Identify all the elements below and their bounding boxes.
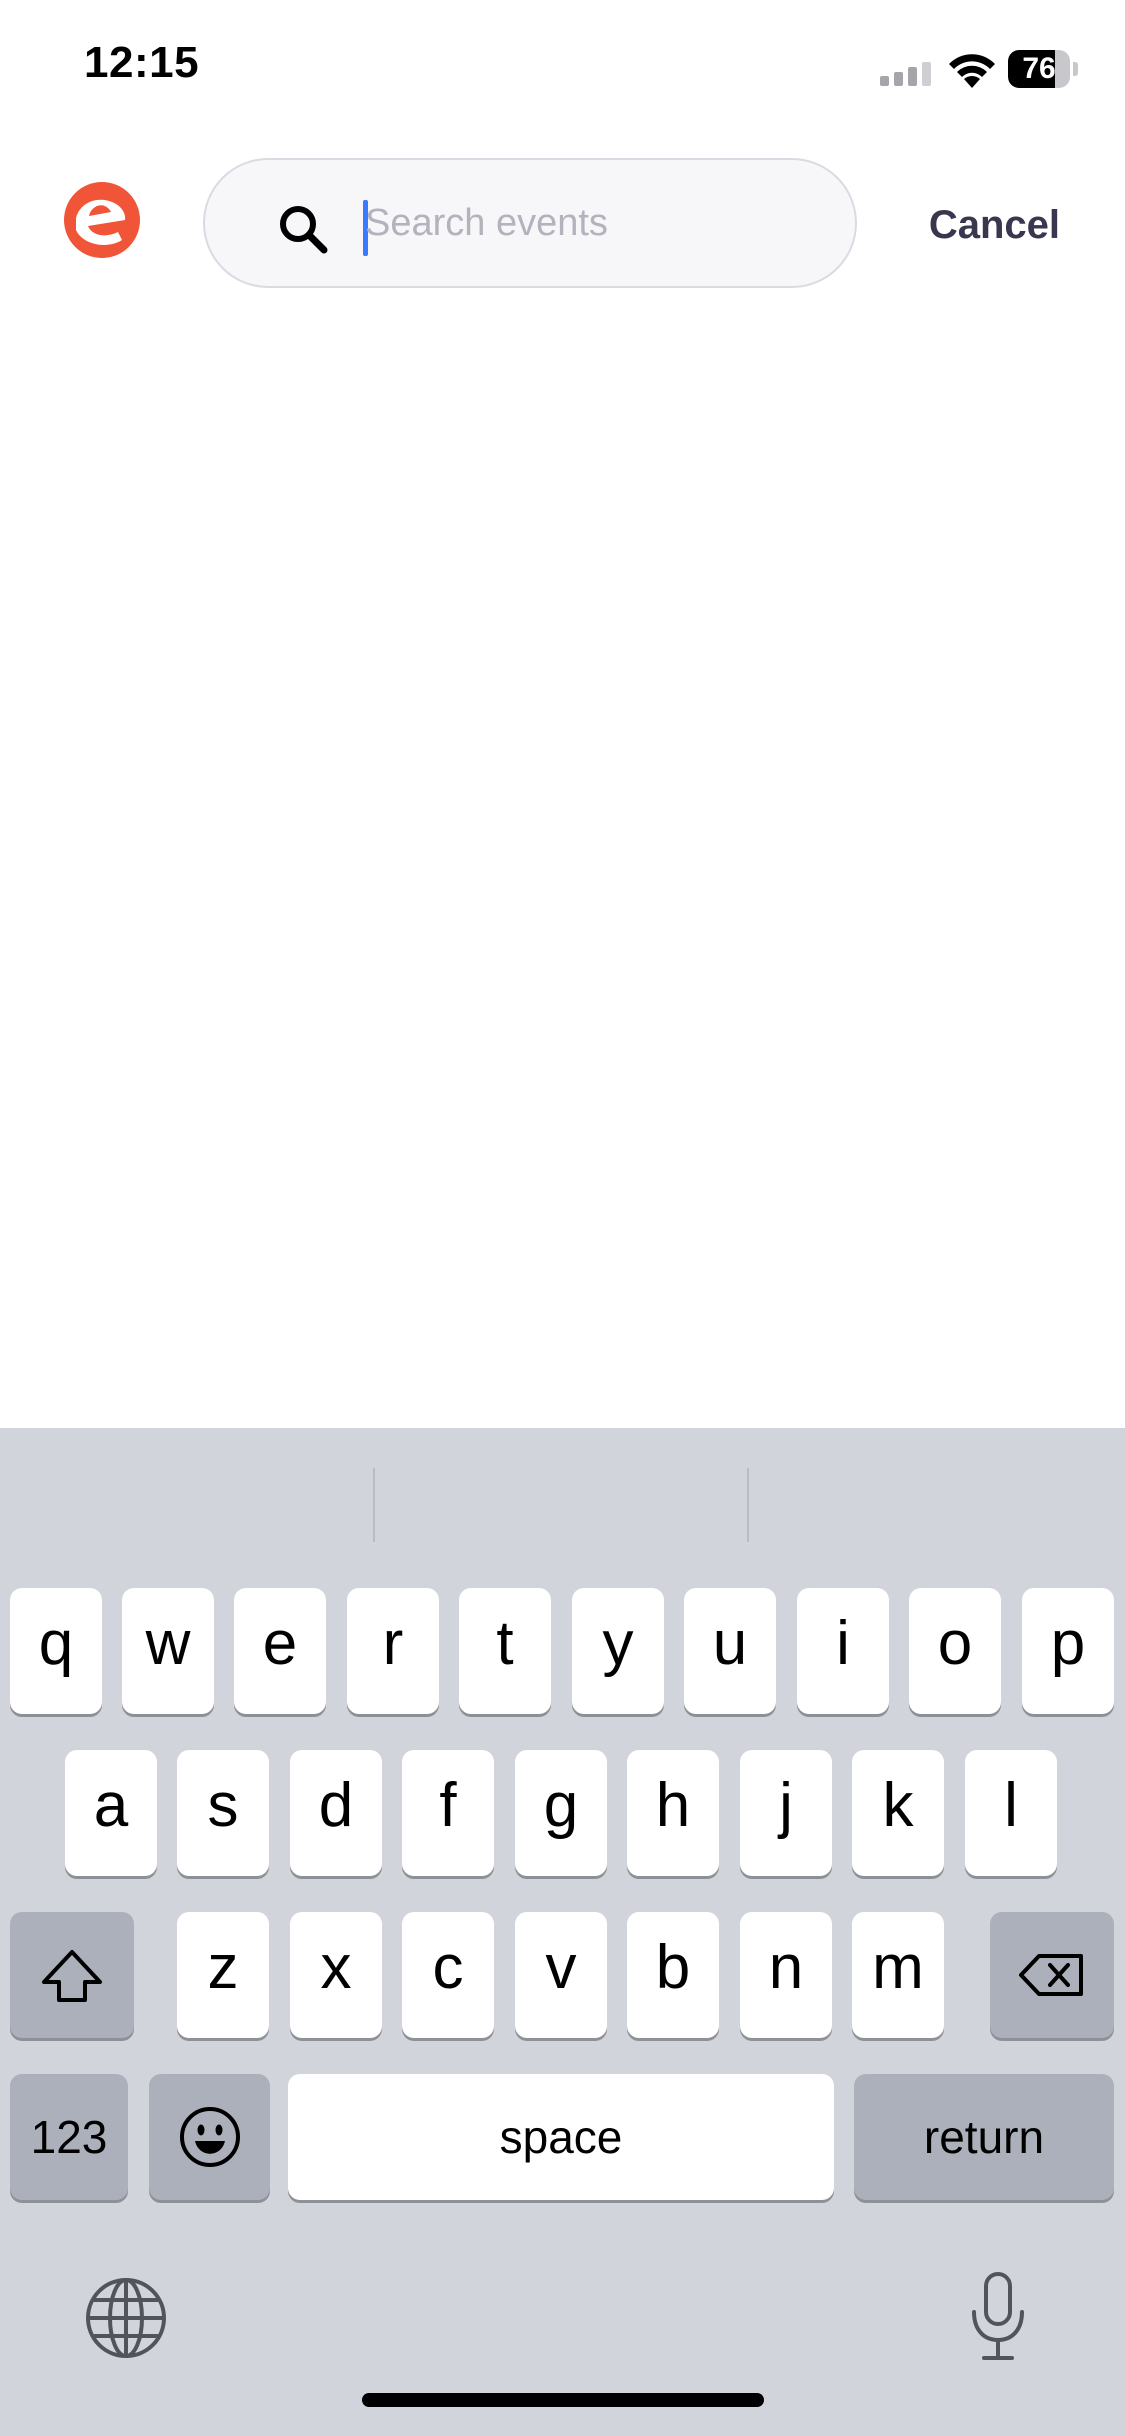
key-m[interactable]: m	[852, 1912, 944, 2038]
cancel-button[interactable]: Cancel	[910, 195, 1060, 255]
search-input[interactable]	[365, 190, 805, 256]
battery-level: 76	[1022, 52, 1056, 85]
battery-icon: 76	[1008, 50, 1078, 88]
key-l[interactable]: l	[965, 1750, 1057, 1876]
key-o[interactable]: o	[909, 1588, 1001, 1714]
emoji-icon	[179, 2107, 240, 2167]
key-p[interactable]: p	[1022, 1588, 1114, 1714]
key-h[interactable]: h	[627, 1750, 719, 1876]
key-d[interactable]: d	[290, 1750, 382, 1876]
shift-icon	[42, 1950, 102, 2002]
key-f[interactable]: f	[402, 1750, 494, 1876]
eventbrite-logo-icon[interactable]	[62, 180, 142, 260]
suggestion-divider	[373, 1468, 375, 1542]
emoji-key[interactable]	[149, 2074, 270, 2200]
status-bar: 12:15 76	[0, 0, 1125, 140]
space-key[interactable]: space	[288, 2074, 834, 2200]
key-c[interactable]: c	[402, 1912, 494, 2038]
key-x[interactable]: x	[290, 1912, 382, 2038]
wifi-icon	[949, 54, 995, 88]
shift-key[interactable]	[10, 1912, 134, 2038]
key-b[interactable]: b	[627, 1912, 719, 2038]
key-t[interactable]: t	[459, 1588, 551, 1714]
signal-icon	[880, 62, 931, 86]
key-r[interactable]: r	[347, 1588, 439, 1714]
microphone-icon[interactable]	[966, 2270, 1030, 2364]
status-time: 12:15	[84, 38, 200, 87]
numbers-key[interactable]: 123	[10, 2074, 128, 2200]
key-i[interactable]: i	[797, 1588, 889, 1714]
key-j[interactable]: j	[740, 1750, 832, 1876]
key-z[interactable]: z	[177, 1912, 269, 2038]
home-indicator[interactable]	[362, 2393, 764, 2407]
keyboard: q w e r t y u i o p a s d f g h j k l z …	[0, 1428, 1125, 2436]
key-a[interactable]: a	[65, 1750, 157, 1876]
key-k[interactable]: k	[852, 1750, 944, 1876]
key-v[interactable]: v	[515, 1912, 607, 2038]
delete-key[interactable]	[990, 1912, 1114, 2038]
suggestion-divider	[747, 1468, 749, 1542]
key-u[interactable]: u	[684, 1588, 776, 1714]
search-icon	[280, 206, 328, 254]
return-key[interactable]: return	[854, 2074, 1114, 2200]
key-q[interactable]: q	[10, 1588, 102, 1714]
key-e[interactable]: e	[234, 1588, 326, 1714]
key-g[interactable]: g	[515, 1750, 607, 1876]
key-n[interactable]: n	[740, 1912, 832, 2038]
backspace-icon	[1019, 1954, 1083, 1996]
key-w[interactable]: w	[122, 1588, 214, 1714]
key-y[interactable]: y	[572, 1588, 664, 1714]
search-field[interactable]	[203, 158, 857, 288]
key-s[interactable]: s	[177, 1750, 269, 1876]
globe-icon[interactable]	[84, 2276, 168, 2360]
